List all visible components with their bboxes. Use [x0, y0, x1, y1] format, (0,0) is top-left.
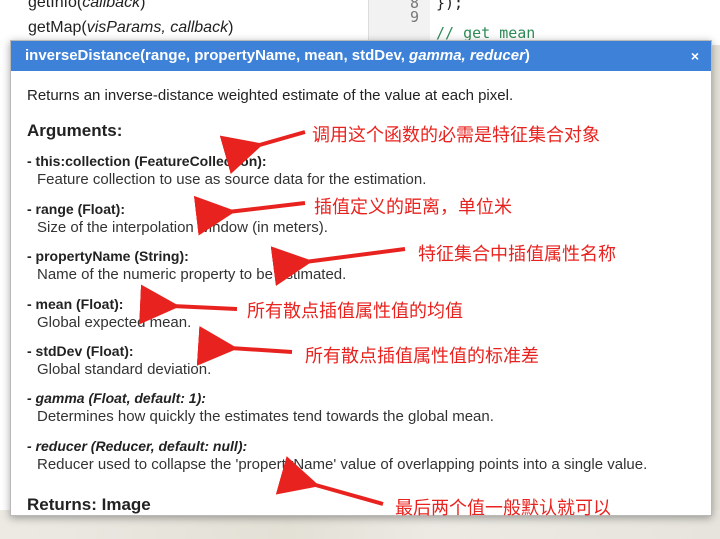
argument-name: - this:collection (FeatureCollection): [27, 153, 267, 169]
argument-gamma: - gamma (Float, default: 1): Determines … [27, 390, 707, 425]
argument-name: - gamma (Float, default: 1): [27, 390, 206, 406]
function-description: Returns an inverse-distance weighted est… [27, 87, 514, 104]
annotation-optional-args: 最后两个值一般默认就可以 [395, 498, 611, 519]
close-button[interactable]: × [687, 48, 703, 64]
method-getinfo[interactable]: getInfo(callback) [28, 0, 145, 12]
popup-header: inverseDistance(range, propertyName, mea… [11, 41, 711, 71]
annotation-propertyname: 特征集合中插值属性名称 [418, 244, 616, 265]
argument-description: Feature collection to use as source data… [37, 171, 427, 188]
code-line: }); [436, 0, 464, 12]
argument-description: Reducer used to collapse the 'propertyNa… [37, 456, 648, 473]
argument-description: Determines how quickly the estimates ten… [37, 408, 494, 425]
argument-description: Size of the interpolation window (in met… [37, 219, 328, 236]
annotation-stddev: 所有散点插值属性值的标准差 [305, 346, 539, 367]
annotation-mean: 所有散点插值属性值的均值 [247, 301, 463, 322]
argument-reducer: - reducer (Reducer, default: null): Redu… [27, 438, 707, 473]
returns-heading: Returns: Image [27, 495, 151, 514]
docs-popup: inverseDistance(range, propertyName, mea… [10, 40, 712, 516]
argument-name: - reducer (Reducer, default: null): [27, 438, 248, 454]
arguments-heading: Arguments: [27, 121, 123, 140]
annotation-range: 插值定义的距离，单位米 [314, 197, 512, 218]
line-number: 9 [409, 8, 419, 26]
argument-collection: - this:collection (FeatureCollection): F… [27, 153, 707, 188]
function-signature: inverseDistance(range, propertyName, mea… [25, 47, 530, 64]
argument-description: Name of the numeric property to be estim… [37, 266, 347, 283]
annotation-collection: 调用这个函数的必需是特征集合对象 [312, 125, 600, 146]
method-getmap[interactable]: getMap(visParams, callback) [28, 19, 233, 37]
